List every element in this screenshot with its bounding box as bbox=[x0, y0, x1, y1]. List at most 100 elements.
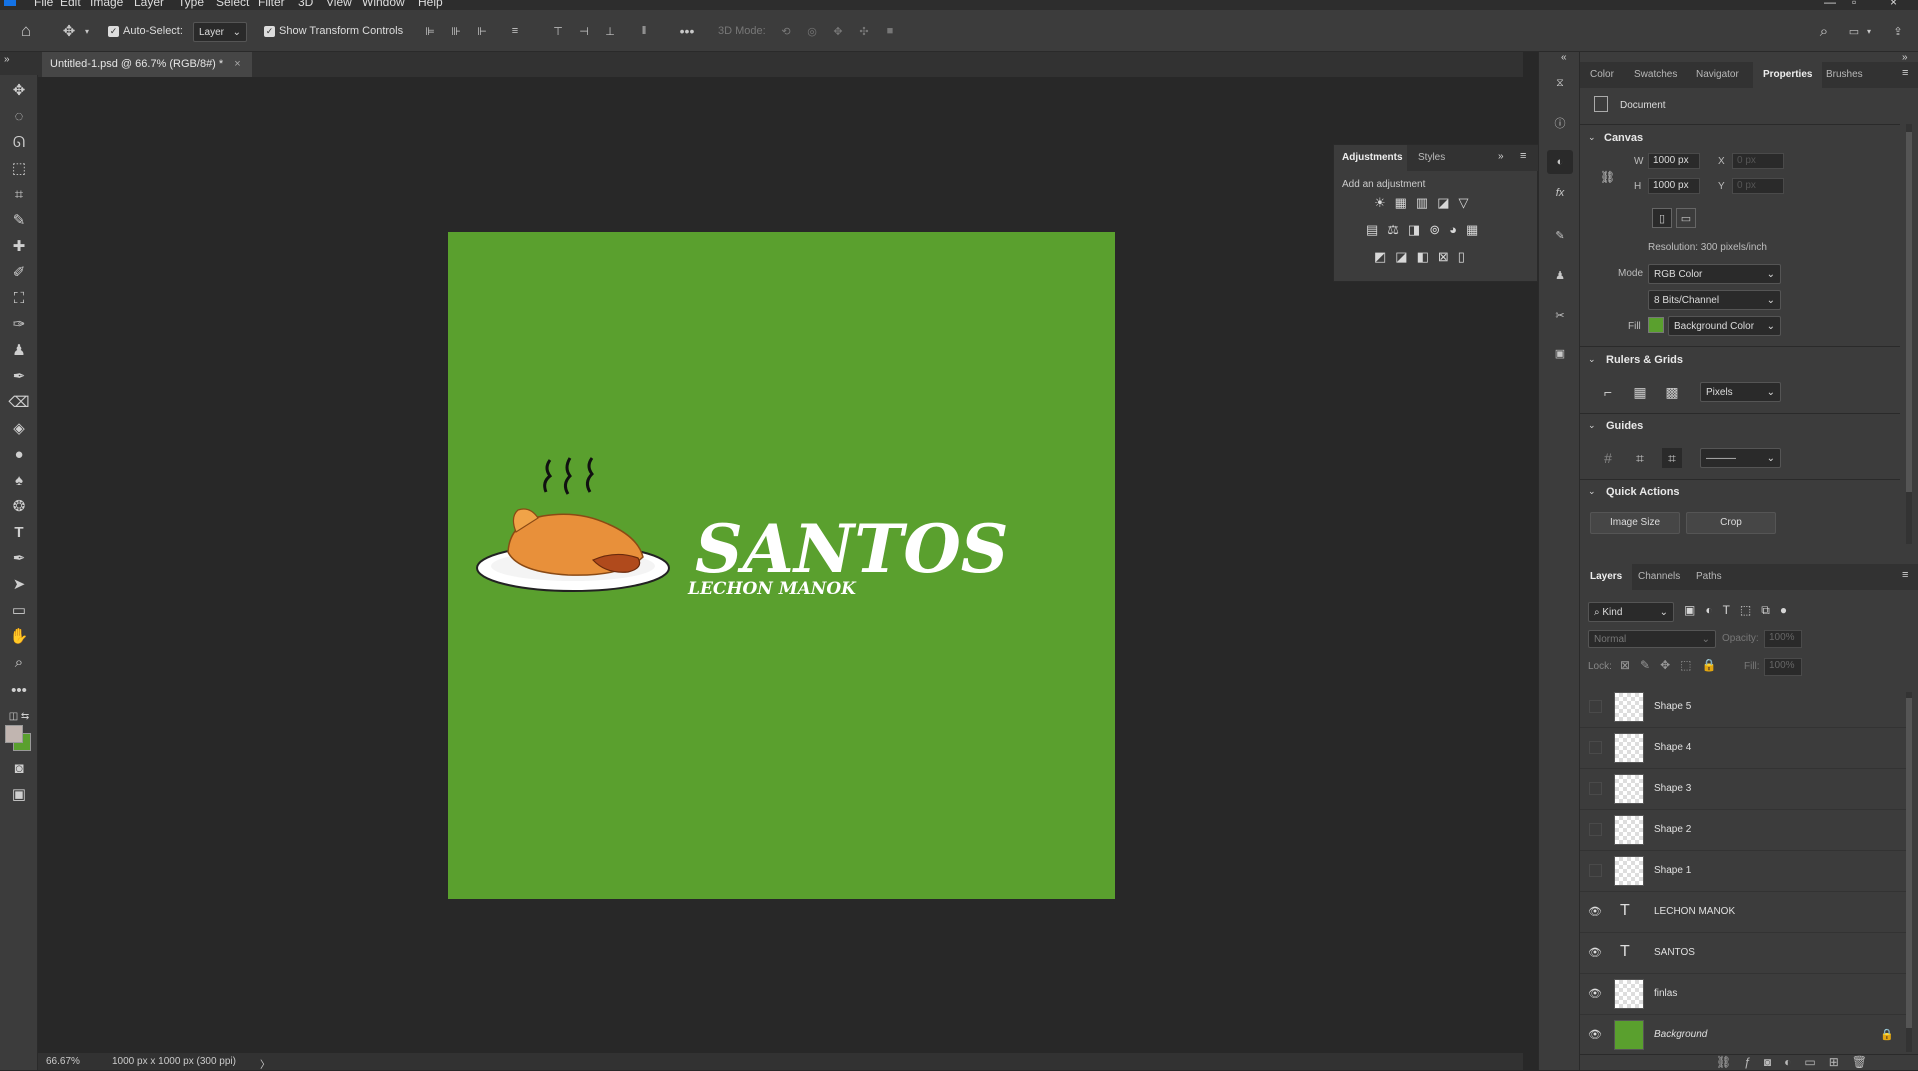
align-right-icon[interactable]: ⊩ bbox=[472, 22, 492, 40]
bit-depth-dropdown[interactable]: 8 Bits/Channel ⌄ bbox=[1648, 290, 1781, 310]
layer-row[interactable]: 👁 Background 🔒 bbox=[1580, 1015, 1910, 1056]
layers-scrollbar[interactable] bbox=[1906, 692, 1912, 1052]
height-field[interactable]: 1000 px bbox=[1648, 178, 1700, 194]
screen-mode-icon[interactable]: ▣ bbox=[6, 782, 32, 806]
lock-icon[interactable]: 🔒 bbox=[1880, 1028, 1894, 1041]
3d-pan-icon[interactable]: ✥ bbox=[828, 22, 848, 40]
tab-brushes[interactable]: Brushes bbox=[1816, 62, 1873, 88]
collapse-toolbar-icon[interactable]: » bbox=[0, 52, 38, 75]
align-bottom-icon[interactable]: ⊥ bbox=[600, 22, 620, 40]
paint-bucket-tool-icon[interactable]: ◈ bbox=[6, 416, 32, 440]
guides-icon[interactable]: # bbox=[1598, 448, 1618, 468]
adjustment-icons-row-2[interactable]: ▤⚖◨⊚◕▦ bbox=[1366, 222, 1487, 238]
rectangle-tool-icon[interactable]: ▭ bbox=[6, 598, 32, 622]
collapse-strip-icon[interactable]: « bbox=[1561, 52, 1567, 63]
tab-adjustments[interactable]: Adjustments bbox=[1334, 145, 1407, 171]
layers-menu-icon[interactable]: ≡ bbox=[1902, 569, 1908, 581]
guides-collapse-icon[interactable]: ⌄ bbox=[1588, 420, 1596, 431]
info-icon[interactable]: ⓘ bbox=[1549, 112, 1571, 134]
collapse-panel-icon[interactable]: » bbox=[1498, 151, 1504, 162]
menu-type[interactable]: Type bbox=[178, 0, 204, 8]
guide-style-dropdown[interactable]: ——— ⌄ bbox=[1700, 448, 1781, 468]
color-mode-dropdown[interactable]: RGB Color ⌄ bbox=[1648, 264, 1781, 284]
align-left-icon[interactable]: ⊫ bbox=[420, 22, 440, 40]
fill-color-swatch[interactable] bbox=[1648, 317, 1664, 333]
layer-thumbnail[interactable] bbox=[1614, 774, 1644, 804]
eye-icon[interactable]: 👁 bbox=[1588, 905, 1602, 919]
status-menu-icon[interactable]: 〉 bbox=[260, 1056, 270, 1071]
art-history-brush-icon[interactable]: ✒ bbox=[6, 364, 32, 388]
layer-thumbnail[interactable] bbox=[1614, 1020, 1644, 1050]
x-field[interactable]: 0 px bbox=[1732, 153, 1784, 169]
blur-tool-icon[interactable]: ● bbox=[6, 442, 32, 466]
tool-presets-icon[interactable]: ✂ bbox=[1549, 304, 1571, 326]
more-options-icon[interactable]: ••• bbox=[676, 22, 698, 40]
layer-row[interactable]: 👁 finlas bbox=[1580, 974, 1910, 1015]
fill-dropdown[interactable]: Background Color ⌄ bbox=[1668, 316, 1781, 336]
tab-paths[interactable]: Paths bbox=[1686, 564, 1732, 590]
zoom-tool-icon[interactable]: ⌕ bbox=[6, 650, 32, 674]
link-icon[interactable]: ⛓ bbox=[1600, 170, 1615, 184]
search-icon[interactable]: ⌕ bbox=[1814, 21, 1834, 41]
layer-row[interactable]: Shape 4 bbox=[1580, 728, 1910, 769]
document-tab[interactable]: Untitled-1.psd @ 66.7% (RGB/8#) * × bbox=[42, 52, 252, 77]
visibility-toggle[interactable] bbox=[1589, 823, 1602, 836]
units-dropdown[interactable]: Pixels ⌄ bbox=[1700, 382, 1781, 402]
visibility-toggle[interactable] bbox=[1589, 700, 1602, 713]
adjustment-icons-row-1[interactable]: ☀▦▥◪▽ bbox=[1374, 195, 1478, 211]
show-transform-checkbox[interactable]: ✓ bbox=[264, 26, 275, 37]
auto-select-target-dropdown[interactable]: Layer ⌄ bbox=[193, 22, 247, 42]
eraser-tool-icon[interactable]: ⌫ bbox=[6, 390, 32, 414]
tab-properties[interactable]: Properties bbox=[1753, 62, 1823, 88]
layer-row[interactable]: Shape 3 bbox=[1580, 769, 1910, 810]
crop-button[interactable]: Crop bbox=[1686, 512, 1776, 534]
eye-icon[interactable]: 👁 bbox=[1588, 946, 1602, 960]
grid-icon[interactable]: ▦ bbox=[1630, 382, 1650, 402]
tab-swatches[interactable]: Swatches bbox=[1624, 62, 1687, 88]
visibility-toggle[interactable] bbox=[1589, 864, 1602, 877]
canvas-collapse-icon[interactable]: ⌄ bbox=[1588, 132, 1596, 143]
history-icon[interactable]: ⧖ bbox=[1549, 72, 1571, 94]
menu-layer[interactable]: Layer bbox=[134, 0, 164, 8]
pen-tool-icon[interactable]: ✒ bbox=[6, 546, 32, 570]
close-tab-icon[interactable]: × bbox=[234, 58, 240, 70]
clone-source-icon[interactable]: ♟ bbox=[1549, 264, 1571, 286]
layer-row[interactable]: Shape 2 bbox=[1580, 810, 1910, 851]
styles-fx-icon[interactable]: fx bbox=[1549, 182, 1571, 204]
tab-color[interactable]: Color bbox=[1580, 62, 1624, 88]
distribute-icon[interactable]: ≡ bbox=[505, 22, 525, 40]
brush-settings-icon[interactable]: ✎ bbox=[1549, 224, 1571, 246]
smart-guides-icon[interactable]: ⌗ bbox=[1662, 448, 1682, 468]
visibility-toggle[interactable] bbox=[1589, 741, 1602, 754]
layer-row[interactable]: 👁 T LECHON MANOK bbox=[1580, 892, 1910, 933]
eyedropper-tool-icon[interactable]: ✎ bbox=[6, 208, 32, 232]
eye-icon[interactable]: 👁 bbox=[1588, 987, 1602, 1001]
3d-camera-icon[interactable]: ■ bbox=[880, 22, 900, 40]
tab-navigator[interactable]: Navigator bbox=[1686, 62, 1749, 88]
adjustments-strip-icon[interactable]: ◐ bbox=[1547, 150, 1573, 174]
3d-orbit-icon[interactable]: ⟲ bbox=[776, 22, 796, 40]
blend-mode-dropdown[interactable]: Normal ⌄ bbox=[1588, 630, 1716, 648]
align-center-icon[interactable]: ⊪ bbox=[446, 22, 466, 40]
width-field[interactable]: 1000 px bbox=[1648, 153, 1700, 169]
menu-image[interactable]: Image bbox=[90, 0, 123, 8]
marquee-tool-icon[interactable]: ◌ bbox=[6, 104, 32, 128]
menu-select[interactable]: Select bbox=[216, 0, 249, 8]
workspace-chevron-icon[interactable]: ▾ bbox=[1864, 23, 1874, 39]
panel-menu-icon[interactable]: ≡ bbox=[1520, 150, 1526, 162]
y-field[interactable]: 0 px bbox=[1732, 178, 1784, 194]
image-size-button[interactable]: Image Size bbox=[1590, 512, 1680, 534]
document-canvas[interactable]: SANTOS LECHON MANOK bbox=[448, 232, 1115, 899]
tab-styles[interactable]: Styles bbox=[1418, 145, 1445, 171]
layer-fill-field[interactable]: 100% bbox=[1764, 658, 1802, 676]
layer-filter-icons[interactable]: ▣◐T⬚⧉● bbox=[1684, 603, 1797, 618]
visibility-toggle[interactable] bbox=[1589, 782, 1602, 795]
layer-row[interactable]: 👁 T SANTOS bbox=[1580, 933, 1910, 974]
tab-channels[interactable]: Channels bbox=[1628, 564, 1690, 590]
brush-tool-icon[interactable]: ✐ bbox=[6, 260, 32, 284]
sponge-tool-icon[interactable]: ❂ bbox=[6, 494, 32, 518]
zoom-level[interactable]: 66.67% bbox=[46, 1056, 80, 1067]
dodge-tool-icon[interactable]: ♠ bbox=[6, 468, 32, 492]
libraries-icon[interactable]: ▣ bbox=[1549, 342, 1571, 364]
healing-brush-tool-icon[interactable]: ✚ bbox=[6, 234, 32, 258]
